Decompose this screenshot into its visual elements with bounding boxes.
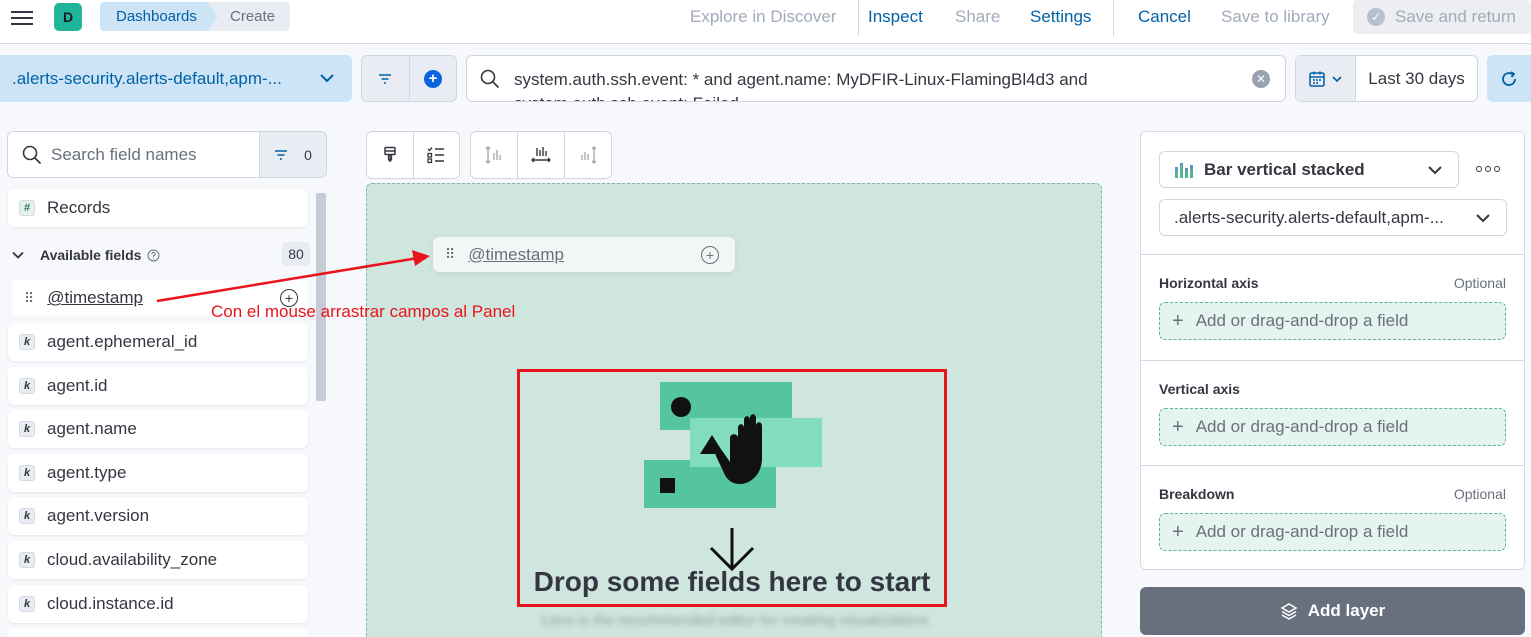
add-field-label: Add or drag-and-drop a field [1195,522,1409,541]
bar-stacked-icon [1175,162,1193,178]
optional-label: Optional [1453,275,1506,291]
plus-icon: + [1172,309,1184,332]
add-layer-button[interactable]: Add layer [1140,587,1525,635]
section-title: Breakdown [1159,486,1235,502]
layers-icon [1280,603,1298,620]
add-breakdown-field[interactable]: + Add or drag-and-drop a field [1159,513,1506,551]
section-title: Horizontal axis [1159,275,1259,291]
layer-data-view-label: .alerts-security.alerts-default,apm-... [1174,207,1444,227]
add-vertical-axis-field[interactable]: + Add or drag-and-drop a field [1159,408,1506,446]
breakdown-section: Breakdown Optional + Add or drag-and-dro… [1141,465,1524,569]
layer-config-panel: Bar vertical stacked .alerts-security.al… [1140,131,1525,570]
chevron-down-icon [1428,166,1442,175]
chart-type-selector[interactable]: Bar vertical stacked [1159,151,1459,188]
plus-icon: + [1172,415,1184,438]
more-actions-button[interactable] [1476,160,1500,178]
optional-label: Optional [1453,486,1506,502]
layer-data-view-selector[interactable]: .alerts-security.alerts-default,apm-... [1159,199,1507,236]
chevron-down-icon [1476,214,1490,223]
vertical-axis-section: Vertical axis + Add or drag-and-drop a f… [1141,360,1524,465]
plus-icon: + [1172,520,1184,543]
add-horizontal-axis-field[interactable]: + Add or drag-and-drop a field [1159,302,1506,340]
chart-type-label: Bar vertical stacked [1204,159,1365,179]
section-title: Vertical axis [1159,381,1240,397]
add-field-label: Add or drag-and-drop a field [1195,311,1409,330]
horizontal-axis-section: Horizontal axis Optional + Add or drag-a… [1141,254,1524,360]
annotation-text: Con el mouse arrastrar campos al Panel [211,302,516,321]
add-field-label: Add or drag-and-drop a field [1195,417,1409,436]
add-layer-label: Add layer [1307,601,1386,620]
